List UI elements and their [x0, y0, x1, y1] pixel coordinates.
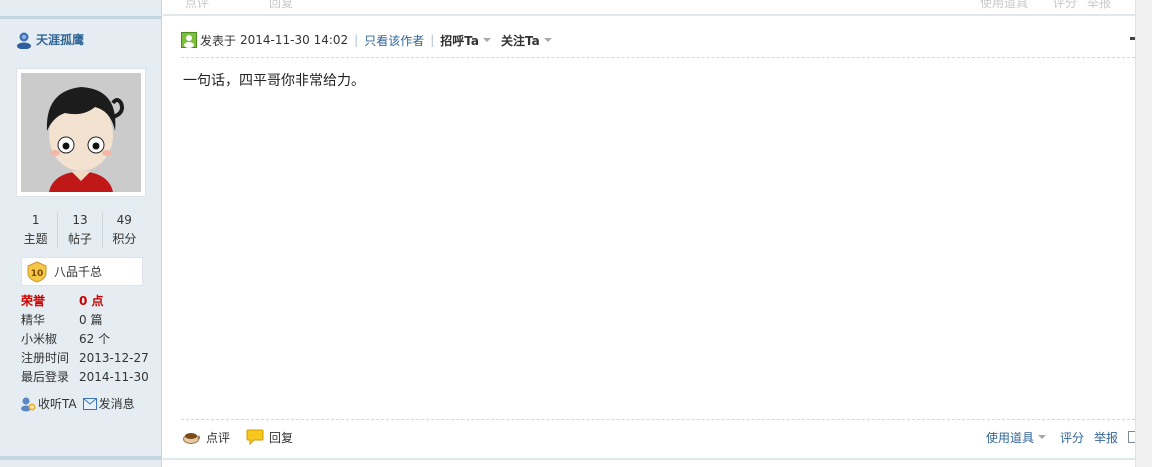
info-value: 0 篇: [79, 313, 103, 327]
reply-button[interactable]: 回复: [246, 429, 293, 446]
follow-user-label[interactable]: 收听TA: [38, 395, 77, 412]
chevron-down-icon[interactable]: [1037, 435, 1046, 439]
rank-box: 10 八品千总: [21, 257, 143, 286]
prev-report-link[interactable]: 举报: [1087, 0, 1111, 11]
sidebar-top-divider: [0, 16, 162, 19]
stat-value[interactable]: 13: [58, 212, 101, 228]
info-value: 0 点: [79, 294, 104, 308]
author-stats: 1 主题 13 帖子 49 积分: [14, 212, 146, 248]
greet-link[interactable]: 招呼Ta: [440, 32, 479, 49]
prev-rate-link[interactable]: 评分: [1053, 0, 1077, 11]
footer-divider: [181, 419, 1135, 420]
posted-time: 2014-11-30 14:02: [240, 33, 349, 47]
rank-name: 八品千总: [54, 265, 103, 279]
reply-label[interactable]: 回复: [269, 429, 293, 446]
comment-button[interactable]: 点评: [183, 429, 230, 446]
previous-post-footer: 点评 回复 使用道具 评分 举报: [163, 0, 1135, 16]
report-link[interactable]: 举报: [1094, 429, 1118, 446]
post-main: 点评 回复 使用道具 评分 举报 发表于 2014-11-30 14:02 | …: [163, 0, 1142, 467]
stat-value[interactable]: 49: [103, 212, 146, 228]
follow-link[interactable]: 关注Ta: [501, 32, 540, 49]
send-message-label[interactable]: 发消息: [99, 395, 135, 412]
info-key: 精华: [21, 313, 46, 327]
speech-bubble-icon: [246, 429, 264, 445]
follow-user-link[interactable]: 收听TA: [20, 395, 77, 412]
avatar[interactable]: [16, 68, 146, 197]
prev-reply-link[interactable]: 回复: [269, 0, 293, 11]
rate-link[interactable]: 评分: [1060, 429, 1084, 446]
prev-tools-link[interactable]: 使用道具: [980, 0, 1028, 11]
stat-threads[interactable]: 1 主题: [14, 212, 57, 248]
info-value: 2013-12-27: [79, 351, 149, 365]
stat-value[interactable]: 1: [14, 212, 57, 228]
info-row-honor: 荣誉 0 点: [21, 292, 156, 311]
right-edge-bar: [1135, 0, 1152, 467]
info-row-digest: 精华 0 篇: [21, 311, 156, 330]
avatar-image: [21, 73, 141, 192]
rank-badge-icon: 10: [27, 260, 47, 283]
stat-label: 帖子: [67, 232, 92, 246]
user-icon: [17, 32, 31, 49]
rank-level: 10: [31, 269, 44, 279]
header-divider: [181, 57, 1135, 58]
info-row-register: 注册时间 2013-12-27: [21, 349, 156, 368]
prev-comment-link[interactable]: 点评: [185, 0, 209, 11]
follow-dropdown-icon[interactable]: [543, 38, 552, 42]
comment-cup-icon: [183, 433, 201, 444]
info-row-pepper: 小米椒 62 个: [21, 330, 156, 349]
separator: |: [354, 33, 359, 47]
author-info: 荣誉 0 点 精华 0 篇 小米椒 62 个 注册时间 2013-12-27 最…: [21, 292, 156, 387]
send-message-link[interactable]: 发消息: [82, 395, 135, 412]
stat-label: 积分: [112, 232, 137, 246]
post-bottom-divider: [163, 458, 1135, 460]
info-key: 荣誉: [21, 294, 46, 308]
envelope-icon: [82, 397, 97, 410]
info-key: 注册时间: [21, 351, 70, 365]
online-status-icon: [181, 32, 197, 48]
separator: |: [430, 33, 435, 47]
info-row-lastlogin: 最后登录 2014-11-30: [21, 368, 156, 387]
author-link[interactable]: 天涯孤鹰: [15, 31, 84, 49]
add-follow-icon: [21, 397, 36, 411]
info-value: 2014-11-30: [79, 370, 149, 384]
info-value: 62 个: [79, 332, 111, 346]
greet-dropdown-icon[interactable]: [483, 38, 492, 42]
only-author-link[interactable]: 只看该作者: [364, 32, 424, 49]
info-key: 小米椒: [21, 332, 58, 346]
comment-label[interactable]: 点评: [206, 429, 230, 446]
posted-label: 发表于: [200, 33, 237, 48]
author-sidebar: 天涯孤鹰 1 主题 13 帖子 49 积分 10 八品千总 荣誉 0 点 精华 …: [0, 0, 162, 467]
author-actions: 收听TA 发消息: [20, 395, 141, 412]
info-key: 最后登录: [21, 370, 70, 384]
author-name[interactable]: 天涯孤鹰: [36, 31, 84, 49]
post-footer: 点评 回复 使用道具 评分 举报: [183, 427, 1142, 447]
post-header: 发表于 2014-11-30 14:02 | 只看该作者 | 招呼Ta 关注Ta: [181, 31, 562, 49]
use-tools-dropdown[interactable]: 使用道具: [986, 429, 1046, 446]
sidebar-bottom-divider: [0, 456, 162, 460]
stat-posts[interactable]: 13 帖子: [57, 212, 101, 248]
post-content: 一句话，四平哥你非常给力。: [183, 73, 365, 89]
stat-points[interactable]: 49 积分: [101, 212, 146, 248]
stat-label: 主题: [23, 232, 48, 246]
use-tools-label[interactable]: 使用道具: [986, 429, 1034, 446]
